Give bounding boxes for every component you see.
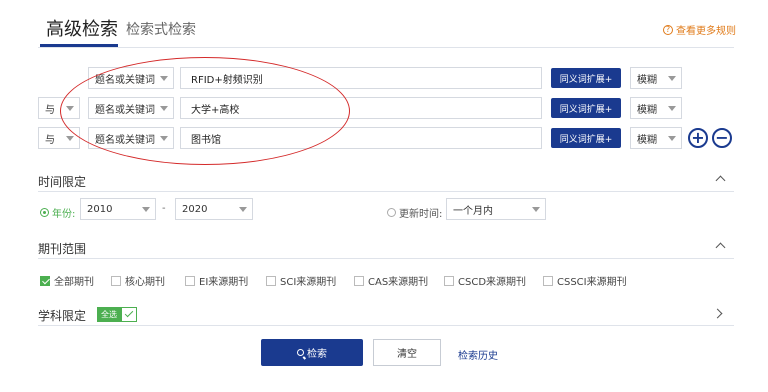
search-term-input-2[interactable]: 大学+高校: [180, 97, 542, 119]
chevron-down-icon: [668, 136, 676, 141]
header-divider: [38, 47, 734, 48]
logic-select-3[interactable]: 与: [38, 127, 80, 149]
tab-expression-search[interactable]: 检索式检索: [126, 19, 196, 39]
journal-option-label: CSCD来源期刊: [458, 277, 527, 288]
chevron-down-icon: [668, 76, 676, 81]
match-select-1[interactable]: 模糊: [630, 67, 682, 89]
chevron-down-icon: [160, 136, 168, 141]
chevron-down-icon: [532, 207, 540, 212]
checkbox-icon: [354, 275, 364, 286]
match-select-2[interactable]: 模糊: [630, 97, 682, 119]
match-select-1-label: 模糊: [637, 74, 657, 86]
journal-section-divider: [38, 258, 734, 259]
collapse-time-icon[interactable]: [715, 175, 726, 186]
synonym-expand-button-2[interactable]: 同义词扩展+: [551, 98, 621, 118]
clear-button[interactable]: 清空: [373, 339, 441, 366]
journal-option-label: EI来源期刊: [199, 277, 249, 288]
tab-advanced-search[interactable]: 高级检索: [46, 15, 118, 41]
field-select-3[interactable]: 题名或关键词: [88, 127, 174, 149]
search-button[interactable]: 检索: [261, 339, 363, 366]
chevron-down-icon: [239, 207, 247, 212]
match-select-2-label: 模糊: [637, 104, 657, 116]
field-select-2-label: 题名或关键词: [95, 104, 155, 116]
logic-select-3-label: 与: [45, 134, 55, 146]
subject-section-title: 学科限定: [38, 309, 87, 323]
chevron-down-icon: [668, 106, 676, 111]
checkbox-icon: [111, 275, 121, 286]
match-select-3-label: 模糊: [637, 134, 657, 146]
update-time-label: 更新时间:: [399, 209, 443, 220]
checkbox-icon: [185, 275, 195, 286]
check-icon: [121, 307, 137, 322]
logic-select-2[interactable]: 与: [38, 97, 80, 119]
journal-option-label: CSSCI来源期刊: [557, 277, 627, 288]
radio-unselected-icon: [387, 208, 396, 217]
checkbox-icon: [543, 275, 553, 286]
year-to-select[interactable]: 2020: [175, 198, 253, 220]
checkbox-icon: [444, 275, 454, 286]
search-term-input-3[interactable]: 图书馆: [180, 127, 542, 149]
chevron-down-icon: [160, 106, 168, 111]
checkbox-icon: [266, 275, 276, 286]
chevron-down-icon: [66, 136, 74, 141]
update-time-radio[interactable]: 更新时间:: [387, 205, 442, 220]
expand-subject-icon[interactable]: [712, 308, 723, 319]
update-time-value: 一个月内: [453, 205, 493, 217]
more-rules-label: 查看更多规则: [676, 26, 736, 37]
add-row-button[interactable]: +: [688, 128, 708, 148]
field-select-2[interactable]: 题名或关键词: [88, 97, 174, 119]
update-time-select[interactable]: 一个月内: [446, 198, 546, 220]
journal-option-sci[interactable]: SCI来源期刊: [266, 273, 336, 288]
chevron-down-icon: [142, 207, 150, 212]
field-select-3-label: 题名或关键词: [95, 134, 155, 146]
journal-option-ei[interactable]: EI来源期刊: [185, 273, 248, 288]
radio-selected-icon: [40, 208, 49, 217]
year-label: 年份:: [52, 209, 76, 220]
time-section-divider: [38, 191, 734, 192]
time-section-title: 时间限定: [38, 175, 87, 189]
journal-option-cas[interactable]: CAS来源期刊: [354, 273, 428, 288]
search-history-link[interactable]: 检索历史: [458, 347, 498, 362]
subject-section-divider: [38, 325, 734, 326]
journal-option-core[interactable]: 核心期刊: [111, 273, 165, 288]
journal-option-label: 全部期刊: [54, 277, 94, 288]
subject-select-all-toggle[interactable]: 全选: [97, 307, 137, 322]
match-select-3[interactable]: 模糊: [630, 127, 682, 149]
year-to-value: 2020: [182, 203, 208, 215]
collapse-journal-icon[interactable]: [715, 242, 726, 253]
logic-select-2-label: 与: [45, 104, 55, 116]
year-radio[interactable]: 年份:: [40, 205, 75, 220]
remove-row-button[interactable]: −: [712, 128, 732, 148]
chevron-down-icon: [66, 106, 74, 111]
year-from-value: 2010: [87, 203, 113, 215]
field-select-1-label: 题名或关键词: [95, 74, 155, 86]
checkbox-checked-icon: [40, 275, 50, 286]
year-from-select[interactable]: 2010: [80, 198, 156, 220]
select-all-label: 全选: [97, 307, 121, 322]
journal-section-title: 期刊范围: [38, 242, 87, 256]
journal-option-label: CAS来源期刊: [368, 277, 429, 288]
journal-option-all[interactable]: 全部期刊: [40, 273, 94, 288]
journal-option-label: SCI来源期刊: [280, 277, 337, 288]
search-button-label: 检索: [307, 349, 327, 360]
journal-option-cssci[interactable]: CSSCI来源期刊: [543, 273, 627, 288]
more-rules-link[interactable]: ? 查看更多规则: [663, 22, 736, 37]
search-term-input-1[interactable]: RFID+射频识别: [180, 67, 542, 89]
journal-option-label: 核心期刊: [125, 277, 165, 288]
chevron-down-icon: [160, 76, 168, 81]
search-icon: [297, 349, 304, 356]
year-range-dash: -: [162, 203, 166, 214]
field-select-1[interactable]: 题名或关键词: [88, 67, 174, 89]
synonym-expand-button-1[interactable]: 同义词扩展+: [551, 68, 621, 88]
journal-option-cscd[interactable]: CSCD来源期刊: [444, 273, 526, 288]
synonym-expand-button-3[interactable]: 同义词扩展+: [551, 128, 621, 148]
help-icon: ?: [663, 24, 673, 35]
